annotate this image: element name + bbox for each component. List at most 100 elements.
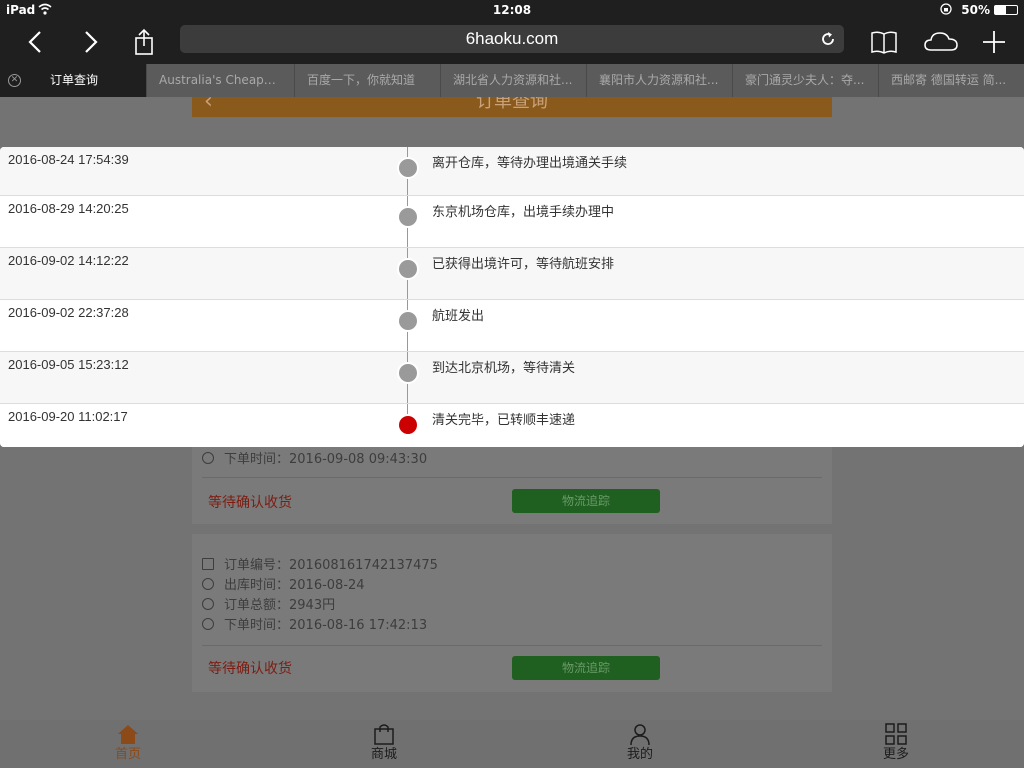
order-time-row: 下单时间：2016-09-08 09:43:30 — [202, 448, 427, 467]
past-status-dot-icon — [399, 312, 417, 330]
past-status-dot-icon — [399, 260, 417, 278]
order-time-label: 下单时间： — [224, 452, 290, 467]
forward-icon[interactable] — [74, 26, 106, 58]
event-time: 2016-08-29 14:20:25 — [8, 201, 129, 216]
order-number-label: 订单编号： — [224, 558, 290, 573]
new-tab-icon[interactable] — [978, 26, 1010, 58]
bookmarks-icon[interactable] — [868, 26, 900, 58]
timeline-node — [397, 310, 419, 332]
event-description: 离开仓库，等待办理出境通关手续 — [432, 156, 628, 171]
order-card: 订单编号：201608161742137475 出库时间：2016-08-24 … — [192, 534, 832, 692]
tab-label: Australia's Cheape... — [159, 73, 283, 87]
clock-icon — [202, 618, 214, 630]
tab-australia[interactable]: Australia's Cheape... — [146, 64, 294, 97]
track-button[interactable]: 物流追踪 — [512, 489, 660, 513]
tab-label: 西邮寄 德国转运 简... — [891, 73, 1007, 87]
order-time-label: 下单时间： — [224, 618, 290, 633]
nav-label: 首页 — [114, 747, 141, 762]
battery-percent: 50% — [961, 3, 990, 17]
close-tab-icon[interactable]: ✕ — [8, 74, 21, 87]
nav-more[interactable]: 更多 — [768, 720, 1024, 768]
tab-label: 订单查询 — [50, 73, 99, 87]
past-status-dot-icon — [399, 159, 417, 177]
event-description: 东京机场仓库，出境手续办理中 — [432, 205, 615, 220]
tracking-event: 2016-09-02 22:37:28 航班发出 — [0, 300, 1024, 352]
event-time: 2016-09-05 15:23:12 — [8, 357, 129, 372]
order-card: 下单时间：2016-09-08 09:43:30 等待确认收货 物流追踪 — [192, 438, 832, 524]
url-text: 6haoku.com — [465, 29, 559, 48]
track-button[interactable]: 物流追踪 — [512, 656, 660, 680]
tab-label: 百度一下，你就知道 — [307, 73, 416, 87]
divider — [202, 645, 822, 646]
total-label: 订单总额： — [224, 598, 290, 613]
bottom-nav: 首页 商城 我的 更多 — [0, 720, 1024, 768]
tracking-event: 2016-09-05 15:23:12 到达北京机场，等待清关 — [0, 352, 1024, 404]
page-header: ‹ 订单查询 — [192, 97, 832, 117]
tab-shipping[interactable]: 西邮寄 德国转运 简... — [878, 64, 1024, 97]
timeline-node — [397, 206, 419, 228]
tab-baidu[interactable]: 百度一下，你就知道 — [294, 64, 440, 97]
event-time: 2016-08-24 17:54:39 — [8, 152, 129, 167]
address-bar[interactable]: 6haoku.com — [180, 25, 844, 53]
order-number-row: 订单编号：201608161742137475 — [202, 554, 438, 573]
icloud-tabs-icon[interactable] — [922, 26, 960, 58]
battery-icon — [994, 5, 1018, 15]
timeline-node — [397, 414, 419, 436]
order-time-row: 下单时间：2016-08-16 17:42:13 — [202, 614, 427, 633]
ship-time-row: 出库时间：2016-08-24 — [202, 574, 365, 593]
order-time-value: 2016-08-16 17:42:13 — [289, 618, 428, 633]
event-time: 2016-09-20 11:02:17 — [8, 409, 128, 424]
tab-label: 豪门通灵少夫人：夺... — [745, 73, 865, 87]
ship-time-value: 2016-08-24 — [289, 578, 365, 593]
timeline-node — [397, 157, 419, 179]
tracking-event: 2016-08-24 17:54:39 离开仓库，等待办理出境通关手续 — [0, 147, 1024, 196]
order-status: 等待确认收货 — [208, 661, 292, 677]
rotation-lock-icon — [940, 3, 952, 15]
tab-hubei-hr[interactable]: 湖北省人力资源和社... — [440, 64, 586, 97]
current-status-dot-icon — [399, 416, 417, 434]
tab-xiangyang-hr[interactable]: 襄阳市人力资源和社... — [586, 64, 732, 97]
clock-icon — [202, 578, 214, 590]
event-description: 到达北京机场，等待清关 — [432, 361, 576, 376]
reload-icon[interactable] — [818, 29, 838, 49]
nav-label: 更多 — [882, 747, 909, 762]
tab-bar: ✕ 订单查询 Australia's Cheape... 百度一下，你就知道 湖… — [0, 64, 1024, 97]
nav-label: 商城 — [370, 747, 397, 762]
order-status: 等待确认收货 — [208, 495, 292, 511]
clock-icon — [202, 452, 214, 464]
tab-novel[interactable]: 豪门通灵少夫人：夺... — [732, 64, 878, 97]
event-time: 2016-09-02 22:37:28 — [8, 305, 129, 320]
ship-time-label: 出库时间： — [224, 578, 290, 593]
logistics-tracking-panel: 2016-08-24 17:54:39 离开仓库，等待办理出境通关手续 2016… — [0, 147, 1024, 447]
timeline-node — [397, 258, 419, 280]
total-row: 订单总额：2943円 — [202, 594, 335, 613]
document-icon — [202, 558, 214, 570]
clock: 12:08 — [492, 3, 532, 17]
nav-mall[interactable]: 商城 — [256, 720, 512, 768]
browser-toolbar: 6haoku.com — [0, 20, 1024, 64]
divider — [202, 477, 822, 478]
event-description: 已获得出境许可，等待航班安排 — [432, 257, 615, 272]
yen-icon — [202, 598, 214, 610]
status-bar: iPad 12:08 50% — [0, 0, 1024, 20]
nav-label: 我的 — [626, 747, 653, 762]
tab-order-query[interactable]: ✕ 订单查询 — [0, 64, 146, 97]
tab-label: 湖北省人力资源和社... — [453, 73, 573, 87]
event-description: 航班发出 — [432, 309, 485, 324]
past-status-dot-icon — [399, 208, 417, 226]
event-time: 2016-09-02 14:12:22 — [8, 253, 129, 268]
share-icon[interactable] — [128, 26, 160, 58]
past-status-dot-icon — [399, 364, 417, 382]
page-title: 订单查询 — [476, 97, 548, 112]
nav-profile[interactable]: 我的 — [512, 720, 768, 768]
order-number-value: 201608161742137475 — [289, 558, 438, 573]
tracking-event: 2016-08-29 14:20:25 东京机场仓库，出境手续办理中 — [0, 196, 1024, 248]
tracking-event: 2016-09-02 14:12:22 已获得出境许可，等待航班安排 — [0, 248, 1024, 300]
timeline-node — [397, 362, 419, 384]
event-description: 清关完毕，已转顺丰速递 — [432, 413, 576, 428]
back-icon[interactable] — [20, 26, 52, 58]
nav-home[interactable]: 首页 — [0, 720, 256, 768]
total-value: 2943円 — [289, 598, 336, 613]
tracking-event-current: 2016-09-20 11:02:17 清关完毕，已转顺丰速递 — [0, 404, 1024, 447]
tab-label: 襄阳市人力资源和社... — [599, 73, 719, 87]
